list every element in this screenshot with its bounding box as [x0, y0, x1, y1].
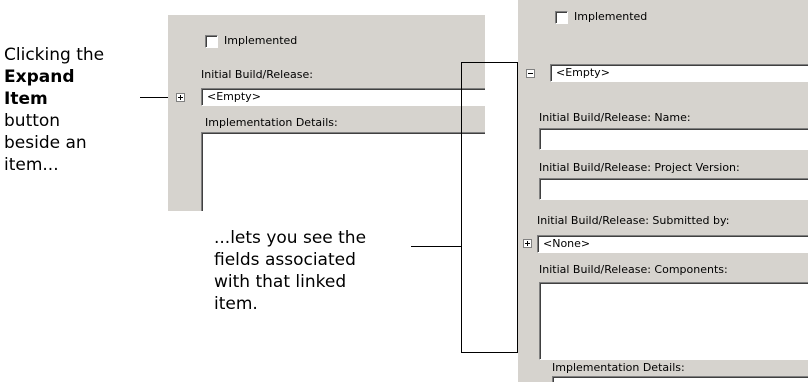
build-release-version-label: Initial Build/Release: Project Version:	[539, 161, 740, 174]
callout-line: button	[4, 111, 61, 131]
implementation-details-field[interactable]	[552, 376, 808, 382]
callout-bold-line: Item	[4, 89, 48, 109]
bracket-top-line	[461, 62, 517, 63]
callout-line: beside an	[4, 133, 87, 153]
implemented-checkbox[interactable]	[555, 11, 568, 24]
callout-line: fields associated	[214, 250, 356, 270]
build-release-components-label: Initial Build/Release: Components:	[539, 263, 728, 276]
callout-expand-item: Clicking the Expand Item button beside a…	[4, 44, 154, 176]
callout-line: with that linked	[214, 272, 347, 292]
build-release-name-label: Initial Build/Release: Name:	[539, 111, 691, 124]
build-release-submitted-label: Initial Build/Release: Submitted by:	[537, 214, 730, 227]
build-release-submitted-field[interactable]: <None>	[537, 235, 808, 253]
panel-after-expand: Implemented <Empty> Initial Build/Releas…	[518, 0, 808, 382]
callout-bold-line: Expand	[4, 67, 75, 87]
build-release-components-field[interactable]	[539, 282, 808, 360]
collapse-item-icon[interactable]	[526, 69, 535, 78]
callout-line: item...	[4, 155, 59, 175]
implementation-details-label: Implementation Details:	[552, 361, 685, 374]
build-release-field[interactable]: <Empty>	[550, 64, 808, 82]
bracket-bottom-line	[461, 352, 517, 353]
callout-leader-line	[411, 246, 462, 247]
implemented-label: Implemented	[224, 34, 298, 47]
build-release-label: Initial Build/Release:	[201, 68, 313, 81]
panel-before-expand: Implemented Initial Build/Release: <Empt…	[168, 15, 485, 211]
expand-item-icon[interactable]	[523, 239, 532, 248]
implemented-checkbox[interactable]	[205, 35, 218, 48]
callout-leader-line	[140, 97, 170, 98]
build-release-version-field[interactable]	[539, 178, 808, 200]
expand-item-icon[interactable]	[176, 93, 185, 102]
callout-linked-fields: ...lets you see the fields associated wi…	[214, 227, 404, 315]
callout-line: item.	[214, 294, 258, 314]
implemented-label: Implemented	[574, 10, 648, 23]
implementation-details-label: Implementation Details:	[205, 116, 338, 129]
implementation-details-field[interactable]	[201, 132, 485, 211]
bracket-vertical-line	[461, 62, 462, 353]
build-release-field[interactable]: <Empty>	[201, 88, 485, 106]
callout-line: Clicking the	[4, 45, 105, 65]
build-release-name-field[interactable]	[539, 128, 808, 150]
callout-line: ...lets you see the	[214, 228, 367, 248]
